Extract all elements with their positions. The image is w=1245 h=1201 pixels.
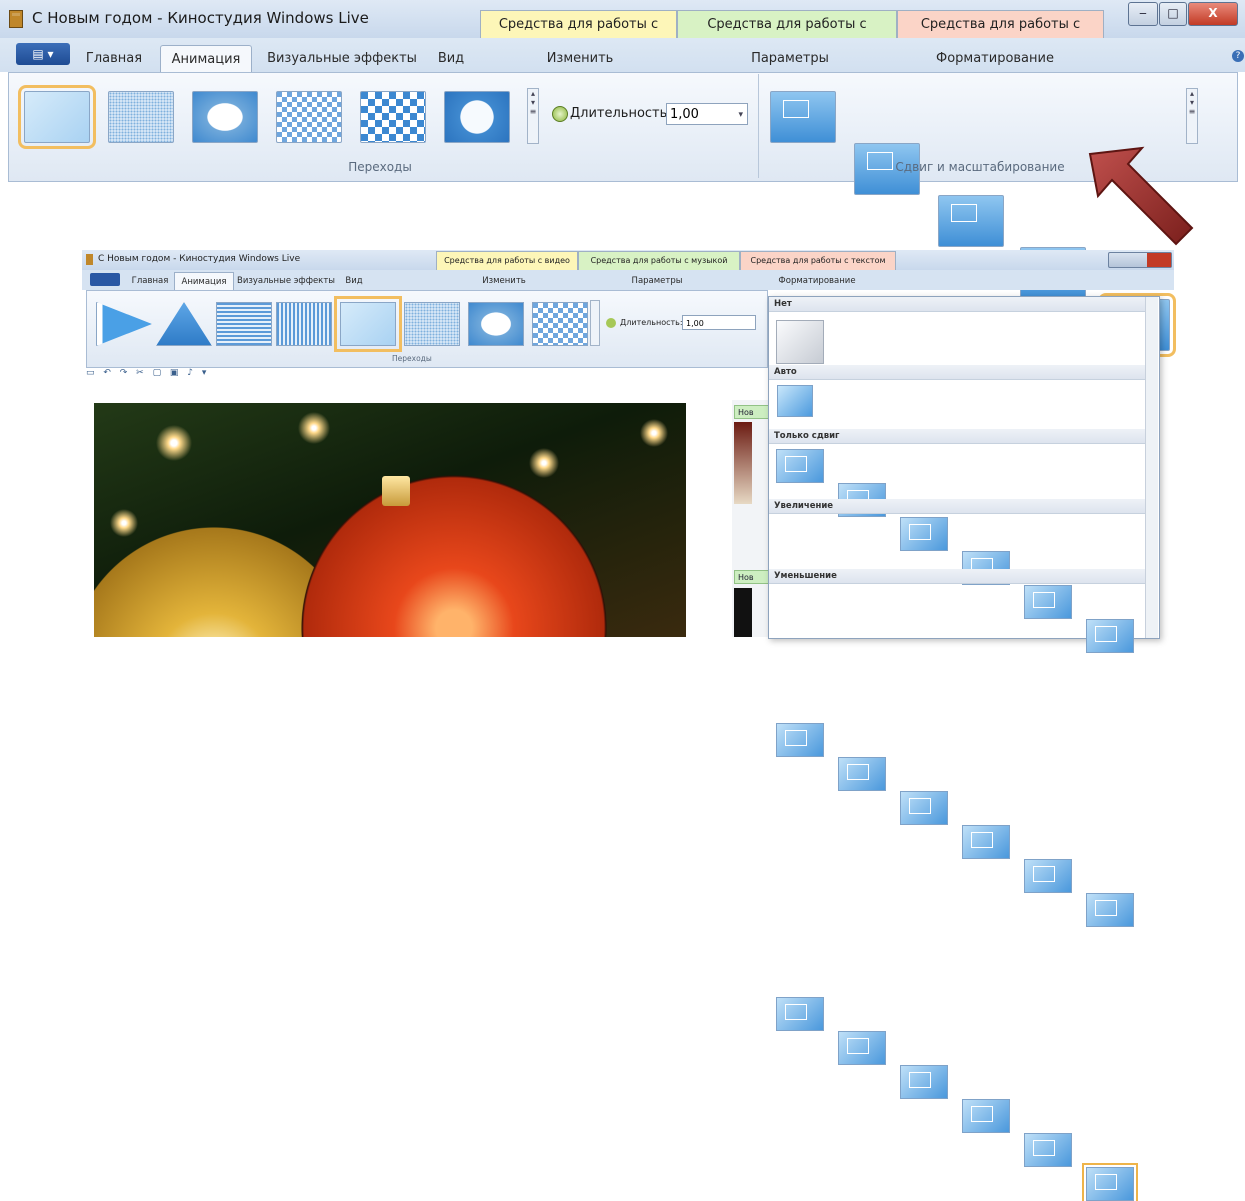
transition-dissolve-thumb[interactable] [108, 91, 174, 143]
bottom-app-screenshot: С Новым годом - Киностудия Windows Live … [82, 250, 1174, 1201]
pan-zoom-gallery-scroll[interactable]: ▴ ▾ ≡ [1186, 88, 1198, 144]
app-icon [9, 10, 23, 28]
transition-checkerboard-thumb[interactable] [360, 91, 426, 143]
context-tab-video[interactable]: Средства для работы с видео [480, 10, 677, 60]
tab-animation[interactable]: Анимация [160, 45, 252, 73]
transition-crossfade-thumb[interactable] [18, 85, 96, 149]
tab-visual-effects[interactable]: Визуальные эффекты [262, 45, 422, 72]
pan-zoom-dropdown-gallery: Нет Авто Только сдвиг Увеличение Уменьше… [768, 296, 1160, 1201]
zoom-in-thumb-4[interactable] [962, 825, 1010, 859]
tab-options[interactable]: Параметры [745, 45, 835, 72]
section-header-zoom-out: Уменьшение [769, 569, 1145, 584]
ornament-cap [382, 476, 410, 506]
zoom-in-thumb-2[interactable] [838, 757, 886, 791]
zoom-in-thumb-5[interactable] [1024, 859, 1072, 893]
storyboard-pane: Нов Нов [732, 400, 774, 637]
transition-blob-thumb[interactable] [192, 91, 258, 143]
section-header-none: Нет [769, 297, 1145, 312]
bottom-transition-hlines-thumb[interactable] [216, 302, 272, 346]
help-icon[interactable]: ? [1232, 50, 1244, 62]
transitions-gallery-scroll[interactable]: ▴ ▾ ≡ [527, 88, 539, 144]
bottom-window-title: С Новым годом - Киностудия Windows Live [98, 254, 301, 264]
pan-only-thumb-3[interactable] [900, 517, 948, 551]
pan-only-thumb-5[interactable] [1024, 585, 1072, 619]
tab-edit[interactable]: Изменить [540, 45, 620, 72]
top-ribbon-screenshot: С Новым годом - Киностудия Windows Live … [0, 0, 1245, 357]
bottom-tab-visual-effects[interactable]: Визуальные эффекты [236, 272, 336, 290]
section-header-pan-only: Только сдвиг [769, 429, 1145, 444]
bottom-app-icon [86, 254, 93, 265]
bottom-window-buttons[interactable] [1108, 252, 1172, 268]
bottom-tab-edit[interactable]: Изменить [474, 272, 534, 290]
effect-none-thumb[interactable] [776, 320, 824, 364]
transition-circle-thumb[interactable] [444, 91, 510, 143]
transition-mosaic-thumb[interactable] [276, 91, 342, 143]
zoom-out-thumb-5[interactable] [1024, 1133, 1072, 1167]
pan-only-thumb-6[interactable] [1086, 619, 1134, 653]
pan-zoom-thumb-3[interactable] [938, 195, 1004, 247]
bottom-transition-crossfade-thumb[interactable] [334, 296, 402, 352]
bottom-tab-view[interactable]: Вид [340, 272, 368, 290]
zoom-in-thumb-6[interactable] [1086, 893, 1134, 927]
context-tab-music[interactable]: Средства для работы с музыкой [677, 10, 897, 60]
zoom-out-thumb-2[interactable] [838, 1031, 886, 1065]
bottom-duration-select[interactable]: 1,00 [682, 315, 756, 330]
bottom-context-tab-video[interactable]: Средства для работы с видео [436, 251, 578, 270]
bottom-tab-options[interactable]: Параметры [622, 272, 692, 290]
bottom-file-menu-button[interactable] [90, 273, 120, 286]
zoom-out-thumb-3[interactable] [900, 1065, 948, 1099]
bottom-duration-value: 1,00 [686, 319, 704, 328]
zoom-in-thumb-3[interactable] [900, 791, 948, 825]
duration-select[interactable]: 1,00 ▾ [666, 103, 748, 125]
chevron-down-icon: ▾ [738, 110, 743, 120]
effect-auto-thumb[interactable] [777, 385, 813, 417]
bottom-duration-label: Длительность: [620, 318, 683, 327]
file-menu-button[interactable]: ▤ ▾ [16, 43, 70, 65]
bottom-tab-format[interactable]: Форматирование [772, 272, 862, 290]
section-header-auto: Авто [769, 365, 1145, 380]
gallery-scrollbar[interactable] [1145, 297, 1158, 638]
close-button[interactable]: X [1188, 2, 1238, 26]
maximize-button[interactable]: □ [1159, 2, 1187, 26]
zoom-out-thumb-1[interactable] [776, 997, 824, 1031]
zoom-in-thumb-1[interactable] [776, 723, 824, 757]
bottom-transitions-scroll[interactable] [590, 300, 600, 346]
bottom-transition-mosaic-thumb[interactable] [532, 302, 588, 346]
bottom-tab-home[interactable]: Главная [130, 272, 170, 290]
bottom-transitions-group-label: Переходы [392, 354, 432, 363]
film-clip-2[interactable] [734, 588, 752, 637]
duration-label: Длительность: [570, 106, 672, 121]
context-tab-text[interactable]: Средства для работы с текстом [897, 10, 1104, 60]
zoom-out-thumb-selected[interactable] [1082, 1163, 1138, 1201]
bottom-context-tab-text[interactable]: Средства для работы с текстом [740, 251, 896, 270]
film-clip-1[interactable] [734, 422, 752, 504]
bottom-context-tab-music[interactable]: Средства для работы с музыкой [578, 251, 740, 270]
annotation-arrow-icon [1088, 146, 1194, 246]
window-title: С Новым годом - Киностудия Windows Live [32, 9, 369, 27]
pan-zoom-group-label: Сдвиг и масштабирование [895, 160, 1065, 174]
duration-value: 1,00 [670, 107, 699, 122]
bottom-transition-vlines-thumb[interactable] [276, 302, 332, 346]
bottom-transition-blob-thumb[interactable] [468, 302, 524, 346]
tab-view[interactable]: Вид [430, 45, 472, 72]
duration-icon [552, 106, 568, 122]
preview-photo [94, 403, 686, 637]
pan-only-thumb-1[interactable] [776, 449, 824, 483]
section-header-zoom-in: Увеличение [769, 499, 1145, 514]
bottom-tab-animation[interactable]: Анимация [174, 272, 234, 291]
group-divider [758, 74, 759, 178]
quick-access-toolbar[interactable]: ▭ ↶ ↷ ✂ ▢ ▣ ♪ ▾ [86, 368, 209, 382]
pan-zoom-thumb-1[interactable] [770, 91, 836, 143]
tab-home[interactable]: Главная [80, 45, 148, 72]
zoom-out-thumb-4[interactable] [962, 1099, 1010, 1133]
tab-format[interactable]: Форматирование [935, 45, 1055, 72]
transitions-group-label: Переходы [348, 160, 412, 174]
bottom-duration-icon [606, 318, 616, 328]
bottom-transition-dissolve-thumb[interactable] [404, 302, 460, 346]
minimize-button[interactable]: ‒ [1128, 2, 1158, 26]
bottom-close-icon[interactable] [1147, 253, 1171, 267]
